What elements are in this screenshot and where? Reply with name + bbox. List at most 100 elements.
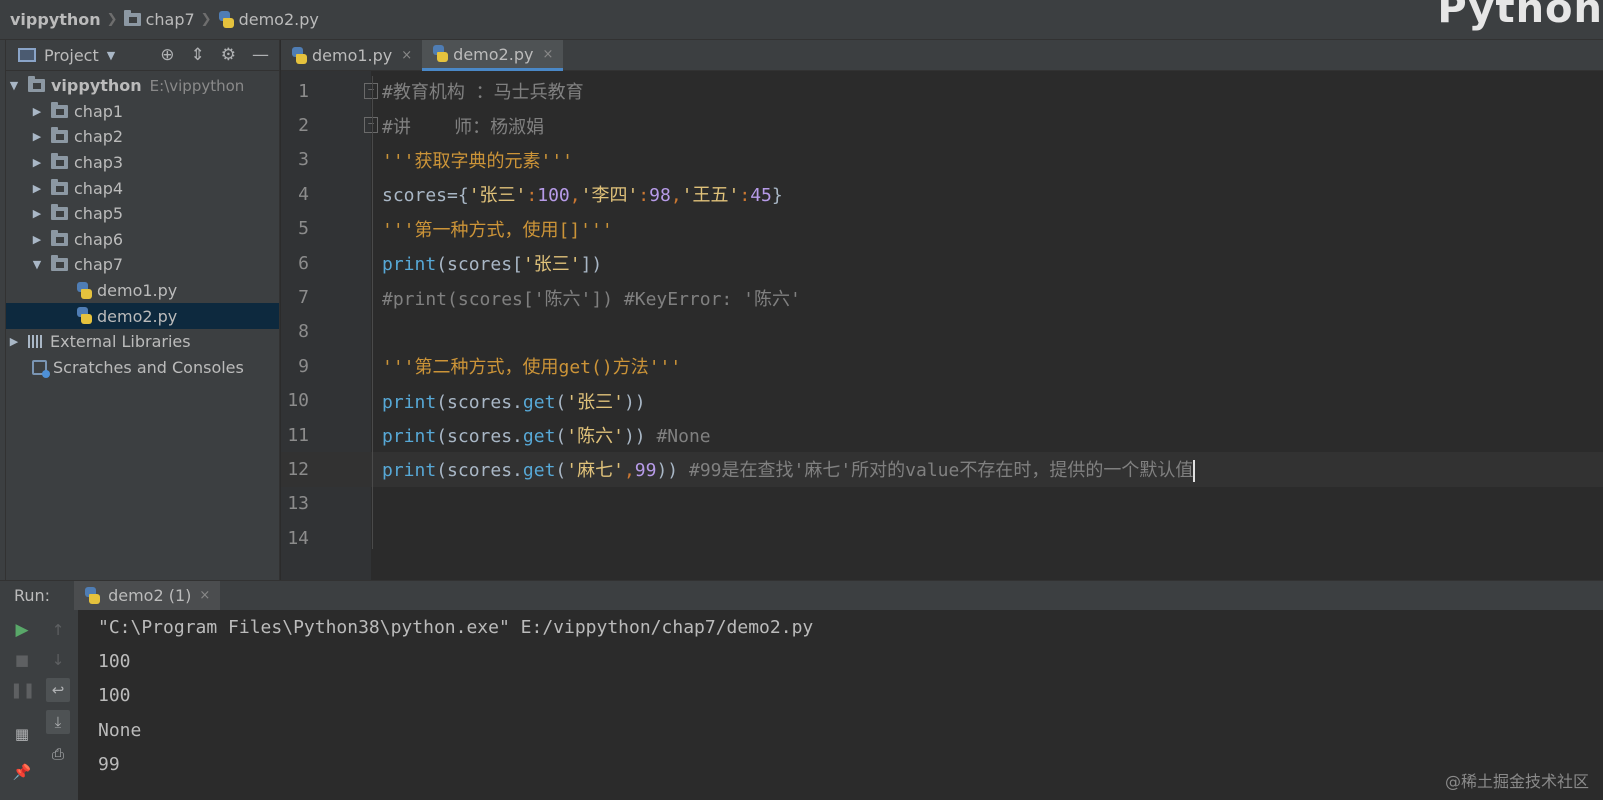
- run-tab[interactable]: demo2 (1) ×: [74, 580, 221, 611]
- folder-icon: [51, 255, 68, 272]
- code-line: 13: [281, 487, 1603, 521]
- breadcrumb-folder[interactable]: chap7: [123, 10, 195, 29]
- run-console[interactable]: "C:\Program Files\Python38\python.exe" E…: [78, 610, 1603, 800]
- breadcrumb-file[interactable]: demo2.py: [218, 10, 319, 29]
- tree-folder-chap6[interactable]: ▶ chap6: [6, 227, 279, 253]
- close-icon[interactable]: ×: [401, 48, 412, 63]
- code-line: 2 − #讲 师：杨淑娟: [281, 108, 1603, 142]
- chevron-right-icon[interactable]: ▶: [31, 130, 43, 143]
- chevron-right-icon[interactable]: ▶: [8, 335, 20, 348]
- tree-root-vippython[interactable]: ▼ vippython E:\vippython: [6, 73, 279, 99]
- tree-file-label: demo1.py: [97, 281, 178, 301]
- print-icon[interactable]: ⎙: [46, 742, 70, 766]
- breadcrumb-project[interactable]: vippython: [10, 10, 101, 29]
- tree-folder-label: chap5: [74, 204, 124, 224]
- code-line: 11 print(scores.get('陈六')) #None: [281, 418, 1603, 452]
- run-panel-header: Run: demo2 (1) ×: [0, 580, 1603, 611]
- folder-icon: [28, 76, 45, 93]
- code-token: =: [447, 185, 458, 207]
- run-toolbar: ▶ ↑ ■ ↓ ❚❚ ↩ ⤓ ▦ ⎙ 📌: [0, 610, 78, 800]
- watermark: @稀土掘金技术社区: [1444, 772, 1589, 791]
- tree-folder-chap4[interactable]: ▶ chap4: [6, 175, 279, 201]
- code-text: print(scores['张三']): [382, 250, 602, 276]
- code-line: 5 '''第一种方式，使用[]''': [281, 212, 1603, 246]
- project-panel-title[interactable]: Project: [44, 46, 99, 65]
- tree-root-path: E:\vippython: [149, 76, 245, 95]
- code-line: 4 scores={'张三':100,'李四':98,'王五':45}: [281, 177, 1603, 211]
- tree-folder-label: chap7: [74, 255, 124, 275]
- chevron-right-icon[interactable]: ▶: [31, 207, 43, 220]
- pause-icon[interactable]: ❚❚: [10, 678, 35, 702]
- tree-folder-chap2[interactable]: ▶ chap2: [6, 124, 279, 150]
- code-text: '''第一种方式，使用[]''': [382, 219, 613, 241]
- code-text: '''第二种方式，使用get()方法''': [382, 357, 682, 379]
- code-token: get: [522, 426, 556, 448]
- code-text: '''获取字典的元素''': [382, 150, 574, 172]
- run-label: Run:: [14, 586, 51, 605]
- editor-tabs: demo1.py × demo2.py ×: [281, 40, 1603, 71]
- collapse-all-icon[interactable]: ⇕: [191, 45, 205, 65]
- tree-folder-chap5[interactable]: ▶ chap5: [6, 201, 279, 227]
- python-file-icon: [291, 46, 307, 65]
- chevron-right-icon[interactable]: ▶: [31, 105, 43, 118]
- tree-file-demo1[interactable]: demo1.py: [6, 278, 279, 304]
- tree-scratches[interactable]: Scratches and Consoles: [6, 355, 279, 381]
- python-file-icon: [218, 10, 234, 29]
- code-editor: demo1.py × demo2.py × 1 − #教育机构 ：马士兵教育 2…: [281, 40, 1603, 580]
- chevron-right-icon[interactable]: ▶: [31, 233, 43, 246]
- code-token: }: [771, 185, 783, 207]
- code-token: (scores.: [436, 391, 523, 413]
- tree-root-label: vippython: [51, 76, 142, 96]
- code-token: get: [522, 391, 556, 413]
- tree-folder-chap1[interactable]: ▶ chap1: [6, 99, 279, 125]
- code-token: ,: [670, 185, 682, 207]
- chevron-down-icon[interactable]: ▼: [31, 258, 43, 271]
- breadcrumb-folder-label: chap7: [145, 10, 195, 29]
- tab-demo2[interactable]: demo2.py ×: [422, 40, 564, 71]
- fold-marker-icon[interactable]: −: [364, 117, 378, 134]
- chevron-right-icon[interactable]: ▶: [31, 182, 43, 195]
- code-token: #None: [656, 426, 711, 448]
- arrow-down-icon[interactable]: ↓: [46, 648, 70, 672]
- folder-icon: [51, 229, 68, 246]
- code-line: 1 − #教育机构 ：马士兵教育: [281, 74, 1603, 108]
- code-token: 100: [537, 185, 570, 207]
- folder-icon: [51, 153, 68, 170]
- tree-folder-chap7[interactable]: ▼ chap7: [6, 252, 279, 278]
- code-token: 45: [750, 185, 772, 207]
- stop-icon[interactable]: ■: [10, 648, 34, 672]
- tree-external-libraries[interactable]: ▶ External Libraries: [6, 329, 279, 355]
- locate-icon[interactable]: ⊕: [160, 45, 174, 65]
- folder-icon: [123, 10, 141, 26]
- close-icon[interactable]: ×: [542, 47, 553, 62]
- tree-folder-chap3[interactable]: ▶ chap3: [6, 150, 279, 176]
- tree-file-demo2[interactable]: demo2.py: [6, 303, 279, 329]
- tab-demo1[interactable]: demo1.py ×: [281, 40, 422, 71]
- breadcrumb-separator: ❯: [200, 12, 212, 27]
- gear-icon[interactable]: ⚙: [221, 45, 236, 65]
- chevron-down-icon[interactable]: ▼: [107, 49, 115, 62]
- line-number: 13: [287, 493, 309, 515]
- breadcrumb-project-label: vippython: [10, 10, 101, 29]
- code-token: :: [638, 185, 650, 207]
- rerun-icon[interactable]: ▶: [10, 618, 34, 642]
- layout-icon[interactable]: ▦: [10, 722, 34, 746]
- line-number: 14: [287, 527, 309, 549]
- scroll-to-end-icon[interactable]: ⤓: [46, 710, 70, 734]
- chevron-down-icon[interactable]: ▼: [8, 79, 20, 92]
- soft-wrap-icon[interactable]: ↩: [46, 678, 70, 702]
- chevron-right-icon[interactable]: ▶: [31, 156, 43, 169]
- tree-folder-label: chap2: [74, 127, 124, 147]
- code-lines[interactable]: 1 − #教育机构 ：马士兵教育 2 − #讲 师：杨淑娟 3 '''获取字典的…: [281, 74, 1603, 555]
- project-panel-header: Project ▼ ⊕ ⇕ ⚙ —: [6, 40, 279, 71]
- navigation-bar: vippython ❯ chap7 ❯ demo2.py Python: [0, 0, 1603, 40]
- console-line: 100: [98, 651, 131, 673]
- code-token: :: [526, 185, 538, 207]
- tree-external-libraries-label: External Libraries: [50, 332, 191, 352]
- code-text: #教育机构 ：马士兵教育: [382, 82, 584, 104]
- arrow-up-icon[interactable]: ↑: [46, 618, 70, 642]
- close-icon[interactable]: ×: [199, 588, 210, 603]
- fold-marker-icon[interactable]: −: [364, 83, 378, 99]
- pin-icon[interactable]: 📌: [10, 760, 34, 784]
- hide-icon[interactable]: —: [252, 45, 269, 65]
